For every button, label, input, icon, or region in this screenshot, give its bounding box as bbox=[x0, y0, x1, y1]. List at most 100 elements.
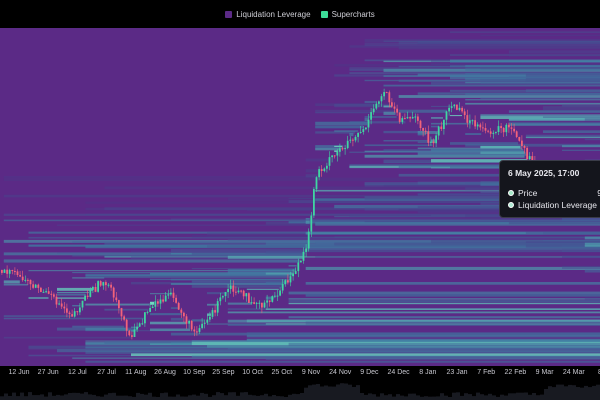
heatmap-band-180 bbox=[334, 236, 600, 239]
candle-body-93 bbox=[242, 290, 245, 297]
candle-body-106 bbox=[276, 295, 279, 297]
heatmap-band-29 bbox=[57, 224, 309, 226]
heatmap-band-8 bbox=[3, 315, 72, 317]
candle-body-4 bbox=[11, 270, 14, 271]
candle-body-143 bbox=[372, 108, 375, 113]
candle-body-189 bbox=[492, 132, 495, 134]
candle-body-202 bbox=[526, 147, 528, 159]
heatmap-band-112 bbox=[227, 311, 600, 314]
candle-body-101 bbox=[263, 302, 266, 308]
candle-body-193 bbox=[502, 127, 505, 133]
heatmap-band-144 bbox=[288, 291, 600, 295]
heatmap-band-343 bbox=[543, 107, 600, 111]
heatmap-band-43 bbox=[85, 303, 150, 306]
candle-body-22 bbox=[58, 303, 60, 305]
heatmap-band-11 bbox=[3, 317, 144, 320]
heatmap-band-196 bbox=[349, 132, 354, 137]
heatmap-band-292 bbox=[465, 102, 600, 105]
candle-body-58 bbox=[151, 306, 154, 308]
x-tick-label-3: 27 Jul bbox=[97, 369, 116, 376]
candle-body-82 bbox=[214, 310, 216, 313]
x-tick-label-1: 27 Jun bbox=[38, 369, 59, 376]
legend-swatch-supercharts bbox=[320, 10, 328, 18]
candle-body-162 bbox=[422, 128, 424, 131]
x-tick-label-12: 9 Dec bbox=[360, 369, 379, 376]
candle-body-60 bbox=[157, 301, 159, 304]
candle-body-146 bbox=[380, 96, 383, 102]
candle-body-158 bbox=[411, 117, 414, 119]
candle-body-14 bbox=[37, 284, 40, 288]
heatmap-band-303 bbox=[480, 67, 600, 70]
heatmap-band-152 bbox=[305, 282, 600, 285]
heatmap-band-120 bbox=[246, 332, 600, 335]
candle-body-159 bbox=[414, 116, 417, 118]
heatmap-band-288 bbox=[465, 65, 600, 68]
candle-body-131 bbox=[341, 148, 344, 150]
candle-body-167 bbox=[435, 135, 437, 144]
candle-body-177 bbox=[461, 107, 463, 112]
candle-body-182 bbox=[474, 120, 476, 127]
heatmap-band-319 bbox=[508, 50, 600, 54]
candle-body-114 bbox=[297, 262, 300, 272]
candle-body-119 bbox=[310, 215, 313, 232]
heatmap-band-281 bbox=[465, 93, 600, 96]
candle-body-126 bbox=[328, 157, 331, 166]
chart-app: 12 Jun 27 Jun 12 Jul 27 Jul 11 Aug 26 Aug 10 S… bbox=[0, 0, 600, 400]
x-axis: 12 Jun 27 Jun 12 Jul 27 Jul 11 Aug 26 Aug 10 S… bbox=[8, 369, 600, 376]
candle-body-44 bbox=[115, 297, 118, 301]
candle-body-173 bbox=[450, 106, 453, 108]
heatmap-band-104 bbox=[207, 292, 227, 295]
heatmap-band-7 bbox=[3, 336, 132, 339]
candle-body-104 bbox=[271, 296, 274, 302]
candle-body-142 bbox=[370, 112, 372, 120]
x-tick-label-13: 24 Dec bbox=[388, 369, 411, 376]
candle-body-64 bbox=[167, 294, 170, 296]
legend-label-liquidation-leverage: Liquidation Leverage bbox=[236, 9, 311, 19]
candle-body-56 bbox=[146, 311, 149, 313]
candle-body-28 bbox=[73, 311, 76, 317]
candle-body-151 bbox=[393, 106, 396, 109]
heatmap-band-115 bbox=[227, 302, 252, 305]
candle-body-74 bbox=[193, 329, 196, 332]
heatmap-band-68 bbox=[150, 313, 182, 316]
chart-tooltip: 6 May 2025, 17:00 Price 9 Liquidation Le… bbox=[499, 160, 600, 218]
candle-body-124 bbox=[323, 168, 326, 171]
legend-item-supercharts[interactable]: Supercharts bbox=[320, 10, 375, 19]
candle-body-54 bbox=[141, 323, 144, 325]
candle-body-29 bbox=[76, 311, 79, 313]
candle-body-187 bbox=[487, 130, 489, 132]
candle-body-137 bbox=[357, 132, 359, 137]
candle-body-196 bbox=[510, 127, 513, 129]
heatmap-band-354 bbox=[562, 218, 600, 221]
candle-body-191 bbox=[497, 126, 500, 132]
heatmap-band-30 bbox=[72, 325, 125, 328]
candle-body-178 bbox=[463, 111, 466, 116]
heatmap-band-175 bbox=[315, 109, 396, 114]
candle-body-62 bbox=[162, 299, 164, 302]
candle-body-16 bbox=[42, 291, 45, 293]
candle-body-39 bbox=[102, 282, 105, 286]
candle-body-92 bbox=[240, 290, 242, 292]
candle-body-21 bbox=[55, 296, 58, 305]
heatmap-band-339 bbox=[543, 116, 600, 118]
x-tick-label-6: 10 Sep bbox=[183, 369, 205, 376]
heatmap-band-363 bbox=[562, 105, 600, 107]
candle-body-132 bbox=[344, 148, 346, 150]
candle-body-141 bbox=[367, 119, 370, 128]
candle-body-37 bbox=[97, 281, 99, 292]
heatmap-band-122 bbox=[246, 208, 311, 211]
heatmap-band-138 bbox=[288, 316, 600, 319]
candle-body-35 bbox=[92, 287, 94, 290]
legend-item-liquidation-leverage[interactable]: Liquidation Leverage bbox=[225, 9, 311, 19]
heatmap-band-316 bbox=[508, 123, 600, 126]
candle-body-152 bbox=[396, 108, 398, 113]
legend-swatch-liquidation-leverage bbox=[225, 10, 233, 18]
heatmap-band-136 bbox=[288, 265, 297, 267]
candle-body-133 bbox=[346, 140, 349, 149]
candle-body-24 bbox=[63, 306, 66, 309]
candle-body-84 bbox=[219, 297, 222, 302]
heatmap-band-217 bbox=[383, 140, 428, 142]
candle-body-195 bbox=[508, 124, 510, 128]
candle-body-121 bbox=[315, 177, 318, 190]
candle-body-40 bbox=[105, 282, 107, 286]
